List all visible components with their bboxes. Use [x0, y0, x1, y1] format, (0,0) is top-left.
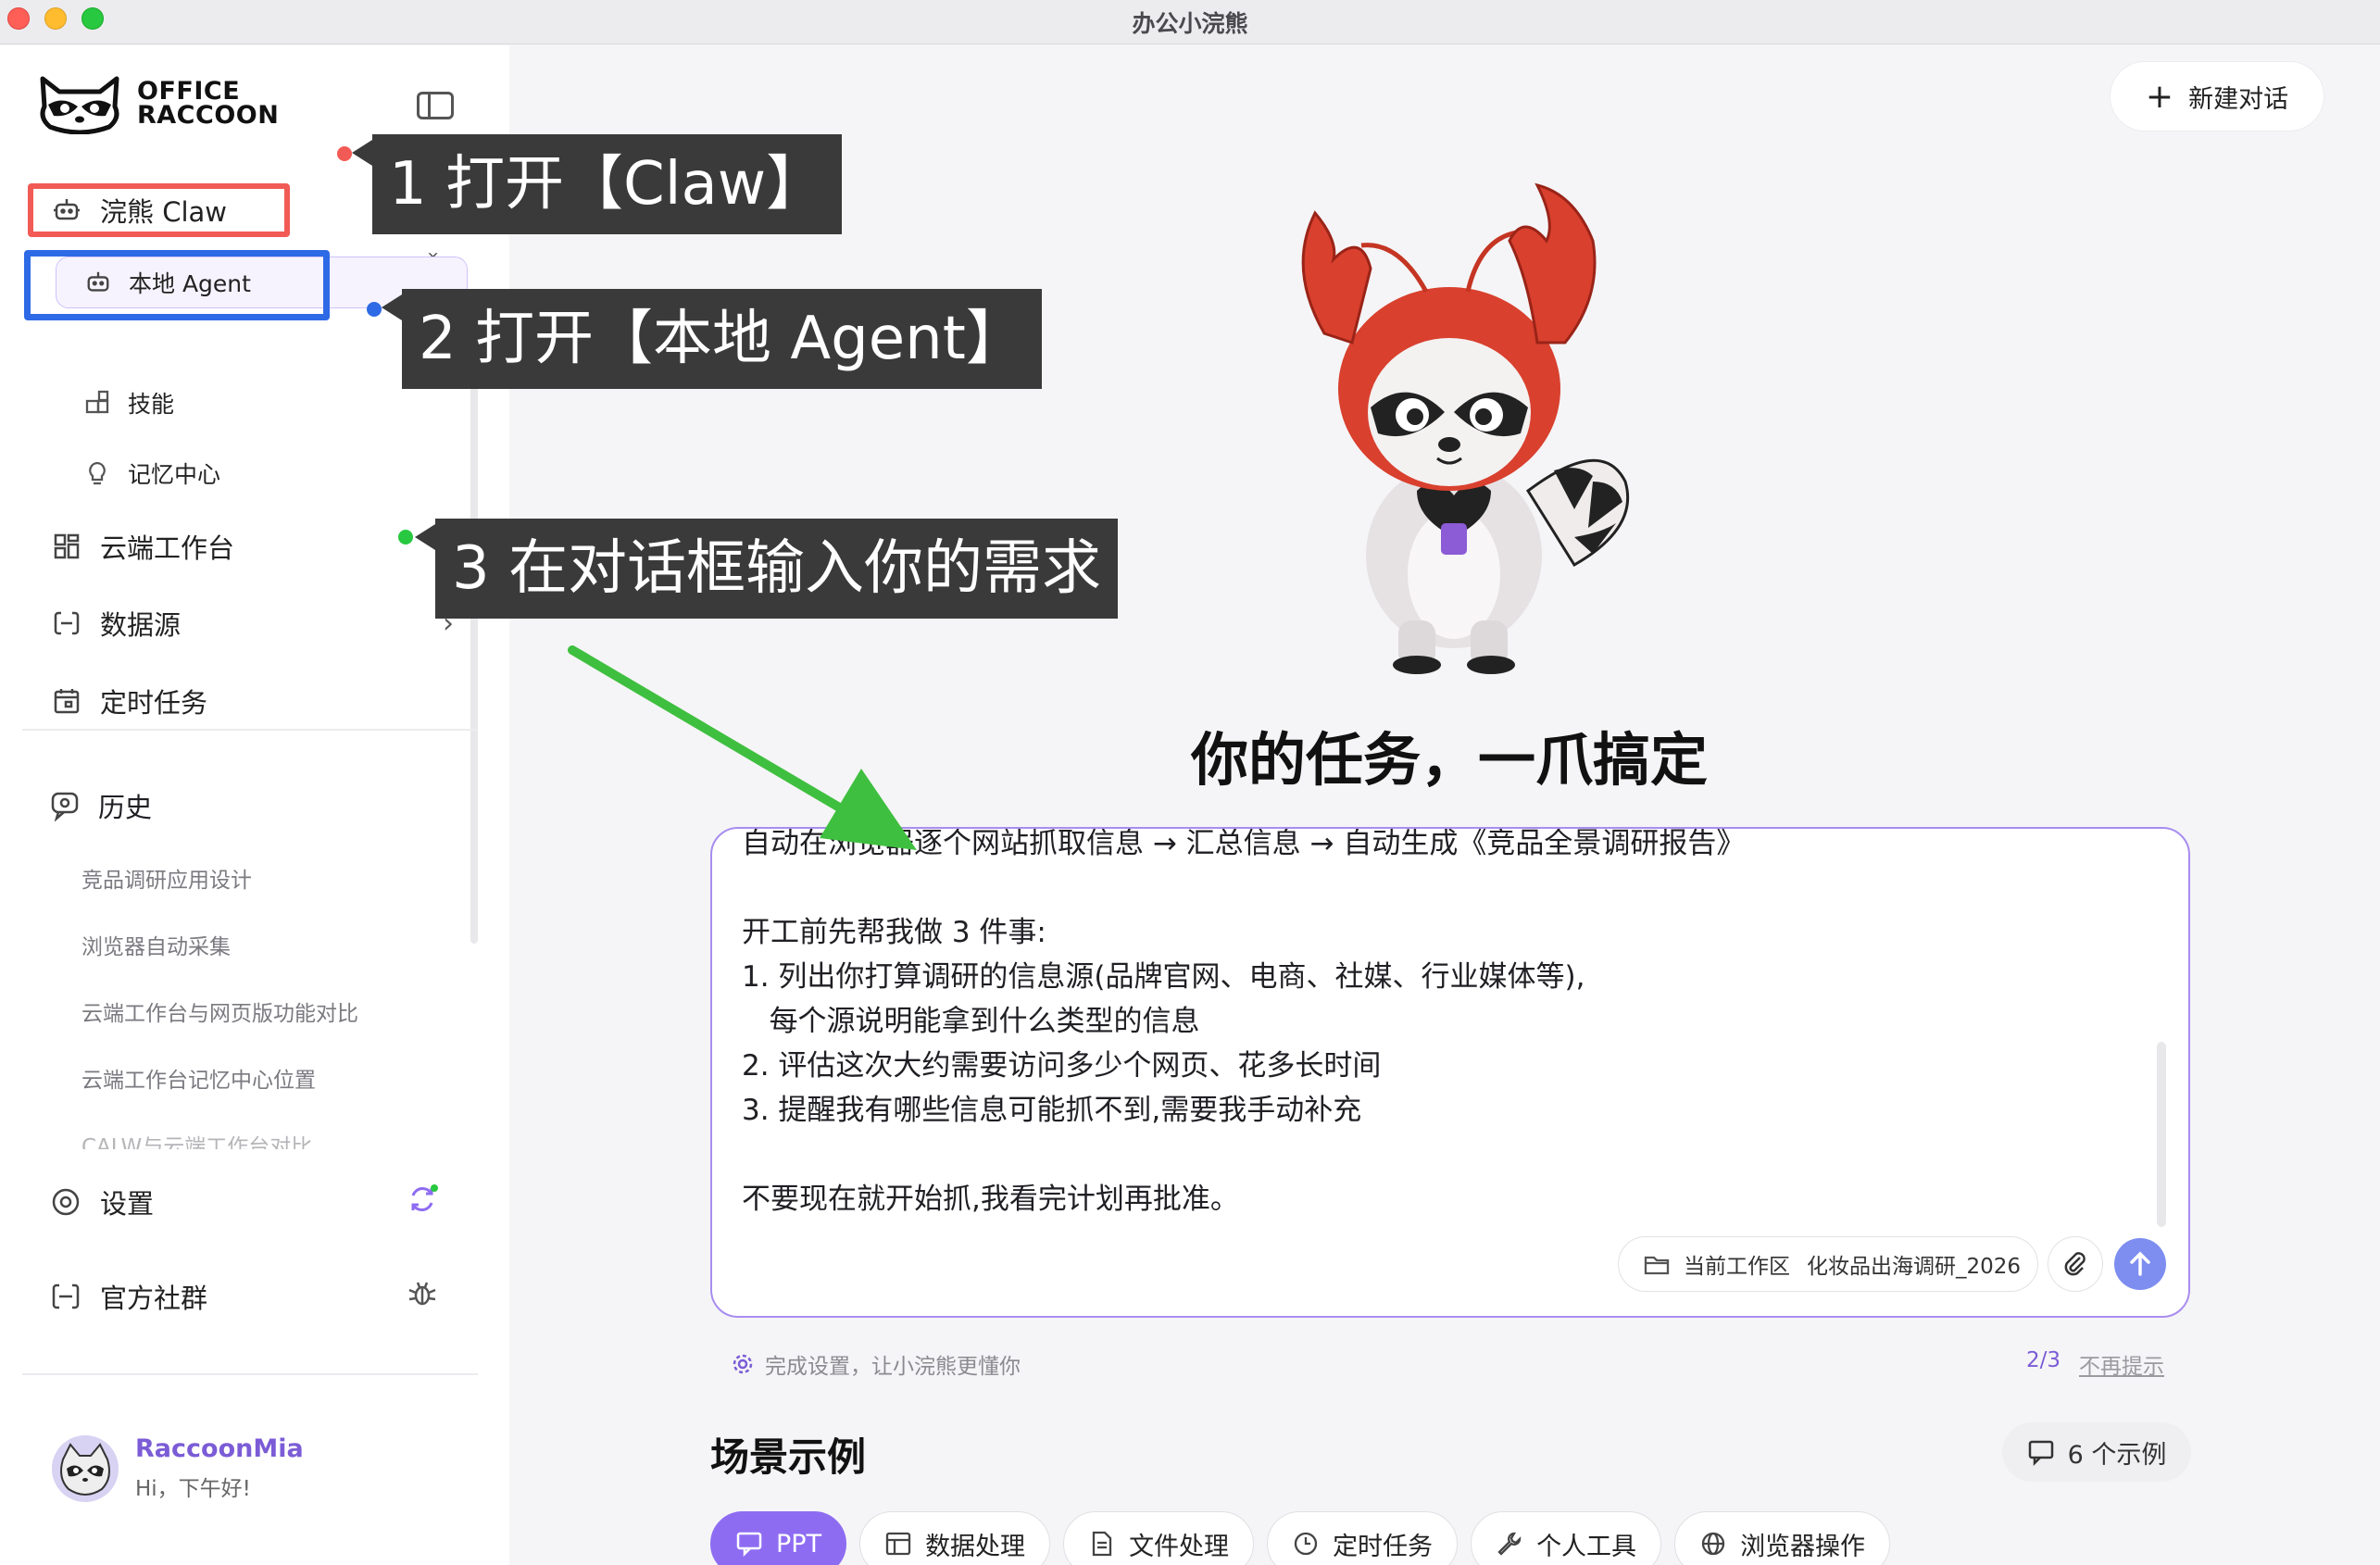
raccoon-logo-icon [40, 76, 119, 134]
input-line: 每个源说明能拿到什么类型的信息 [742, 1005, 1200, 1038]
gear-icon [733, 1354, 753, 1374]
workspace-selector[interactable]: 当前工作区 化妆品出海调研_2026 [1618, 1236, 2038, 1292]
app-logo: OFFICE RACCOON [35, 73, 279, 134]
comment-icon [2028, 1440, 2053, 1466]
input-line: 2. 评估这次大约需要访问多少个网页、花多长时间 [742, 1049, 1382, 1083]
arrow-up-icon [2130, 1251, 2150, 1276]
green-arrow-icon [568, 645, 917, 850]
community-button[interactable]: 官方社群 [50, 1277, 207, 1316]
chip-ppt[interactable]: PPT [710, 1511, 847, 1565]
chip-browser[interactable]: 浏览器操作 [1674, 1511, 1891, 1565]
history-chat-icon [51, 792, 79, 821]
chip-data[interactable]: 数据处理 [859, 1511, 1051, 1565]
sidebar-item-label: 定时任务 [100, 687, 208, 719]
sidebar-item-memory[interactable]: 记忆中心 [56, 447, 463, 499]
sidebar-item-datasource[interactable]: 数据源 › [28, 597, 463, 649]
send-button[interactable] [2114, 1238, 2166, 1290]
setup-progress: 2/3 [2026, 1348, 2061, 1372]
workspace-name: 化妆品出海调研_2026 [1807, 1255, 2022, 1279]
sidebar-divider [22, 1373, 478, 1375]
sidebar-toggle-icon[interactable] [417, 92, 454, 119]
annotation-step-2: 2 打开【本地 Agent】 [382, 289, 1042, 389]
settings-button[interactable]: 设置 [50, 1183, 154, 1221]
sidebar-item-label: 云端工作台 [100, 532, 235, 564]
raccoon-lobster-mascot [1301, 182, 1630, 674]
window-title: 办公小浣熊 [1132, 10, 1248, 37]
input-line: 3. 提醒我有哪些信息可能抓不到,需要我手动补充 [742, 1094, 1362, 1127]
lightbulb-icon [83, 459, 111, 487]
sidebar-item-label: 数据源 [100, 609, 182, 641]
scan-icon [52, 608, 81, 638]
input-line: 不要现在就开始抓,我看完计划再批准。 [742, 1183, 1239, 1216]
clock-icon [1294, 1532, 1318, 1556]
sidebar-item-cloud-workspace[interactable]: 云端工作台 › [28, 520, 463, 572]
lobster-claw-left [1301, 210, 1372, 344]
avatar [52, 1434, 119, 1502]
highlight-local-agent [24, 250, 330, 320]
grid-icon [52, 532, 81, 561]
tail-illustration [1525, 458, 1630, 568]
input-line [742, 1133, 2112, 1177]
file-icon [1092, 1531, 1112, 1557]
input-line: 1. 列出你打算调研的信息源(品牌官网、电商、社媒、行业媒体等), [742, 960, 1585, 994]
chip-schedule[interactable]: 定时任务 [1267, 1511, 1459, 1565]
scene-examples-title: 场景示例 [710, 1434, 867, 1480]
headline: 你的任务，一爪搞定 [1190, 726, 1708, 794]
calendar-icon [52, 686, 81, 716]
annotation-step-3: 3 在对话框输入你的需求 [414, 519, 1119, 619]
history-header: 历史 [50, 786, 152, 825]
sidebar-item-label: 技能 [128, 391, 175, 418]
logo-wordmark: OFFICE RACCOON [137, 77, 280, 130]
sidebar-item-schedule[interactable]: 定时任务 [28, 675, 463, 727]
presentation-icon [736, 1532, 762, 1558]
input-scrollbar[interactable] [2157, 1042, 2166, 1227]
annotation-dot [337, 146, 352, 161]
dismiss-tip-link[interactable]: 不再提示 [2079, 1348, 2164, 1380]
input-line: 开工前先帮我做 3 件事: [742, 916, 1046, 949]
bug-icon[interactable] [406, 1277, 439, 1310]
chip-file[interactable]: 文件处理 [1063, 1511, 1255, 1565]
setup-tip: 完成设置，让小浣熊更懂你 [732, 1348, 1021, 1380]
user-greeting: Hi，下午好! [135, 1477, 251, 1501]
chat-input[interactable]: 自动在浏览器逐个网站抓取信息 → 汇总信息 → 自动生成《竞品全景调研报告》 开… [710, 827, 2190, 1318]
highlight-claw [28, 183, 290, 237]
input-line: 自动在浏览器逐个网站抓取信息 → 汇总信息 → 自动生成《竞品全景调研报告》 [742, 827, 1746, 860]
chat-input-text[interactable]: 自动在浏览器逐个网站抓取信息 → 汇总信息 → 自动生成《竞品全景调研报告》 开… [742, 827, 2112, 1221]
history-item[interactable]: CALW与云端工作台对比 [81, 1129, 312, 1149]
sidebar-scrollbar[interactable] [470, 342, 478, 944]
history-item[interactable]: 云端工作台与网页版功能对比 [81, 995, 358, 1027]
history-item[interactable]: 竞品调研应用设计 [81, 862, 252, 894]
settings-icon [52, 1188, 80, 1216]
table-icon [885, 1532, 911, 1556]
sidebar-item-label: 记忆中心 [128, 461, 221, 488]
history-item[interactable]: 云端工作台记忆中心位置 [81, 1062, 316, 1094]
community-icon [52, 1283, 80, 1309]
scene-chips: PPT 数据处理 文件处理 定时任务 个人工具 浏览器操作 [710, 1511, 1891, 1565]
user-profile[interactable]: RaccoonMia Hi，下午好! [52, 1434, 304, 1502]
input-line [742, 866, 2112, 910]
scene-count-button[interactable]: 6 个示例 [2002, 1422, 2191, 1482]
folder-icon [1644, 1256, 1670, 1275]
new-chat-label: 新建对话 [2188, 84, 2289, 114]
annotation-step-1: 1 打开【Claw】 [351, 134, 843, 234]
blocks-icon [83, 389, 111, 417]
workspace-label: 当前工作区 [1684, 1255, 1790, 1279]
wrench-icon [1497, 1532, 1522, 1556]
attach-button[interactable] [2048, 1236, 2103, 1292]
history-item[interactable]: 浏览器自动采集 [81, 929, 231, 960]
title-bar: 办公小浣熊 [0, 0, 2380, 44]
annotation-dot [367, 302, 382, 317]
annotation-dot [398, 530, 413, 545]
user-name: RaccoonMia [135, 1434, 304, 1463]
chip-tools[interactable]: 个人工具 [1471, 1511, 1662, 1565]
new-chat-button[interactable]: + 新建对话 [2110, 61, 2324, 131]
sync-icon[interactable] [406, 1183, 439, 1216]
sidebar-divider [22, 729, 478, 731]
plus-icon: + [2145, 77, 2174, 116]
globe-icon [1701, 1532, 1725, 1556]
paperclip-icon [2064, 1252, 2086, 1276]
